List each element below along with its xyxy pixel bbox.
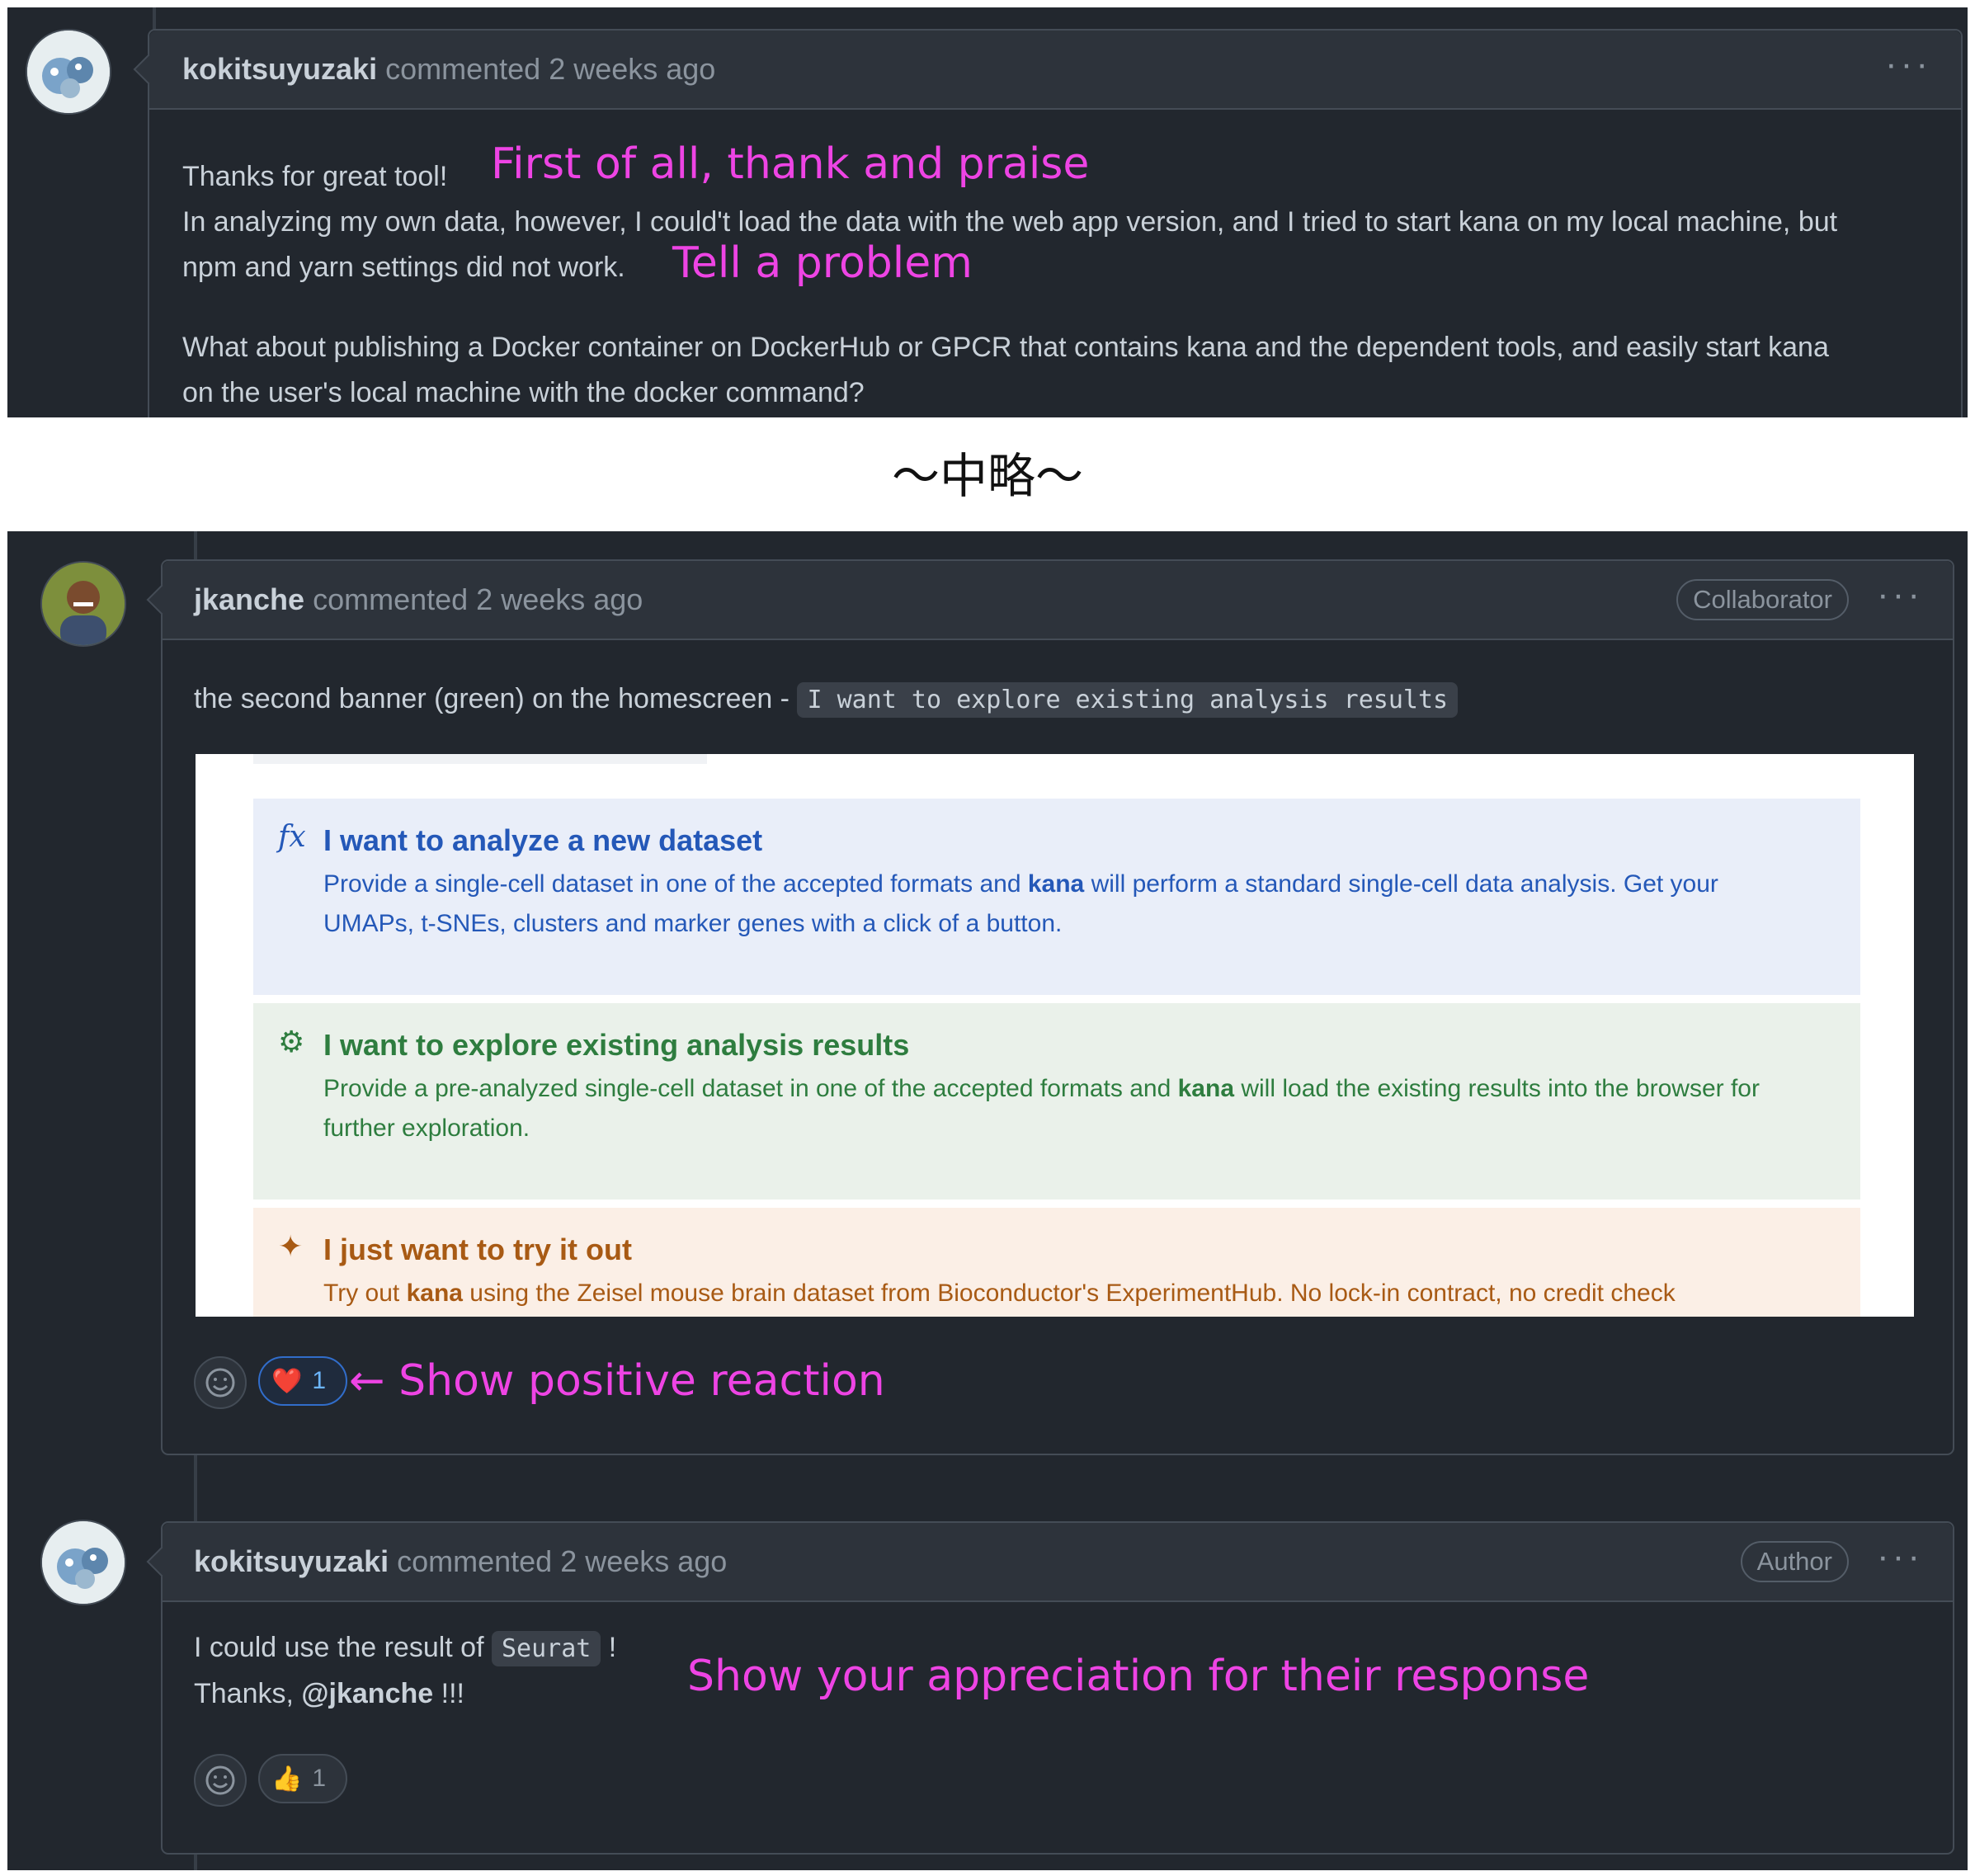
comment-text-part: I could use the result of [194, 1632, 492, 1663]
reaction-count: 1 [312, 1765, 327, 1792]
sparkle-icon: ✦ [278, 1229, 304, 1263]
annotation-appreciation: Show your appreciation for their respons… [687, 1652, 1590, 1701]
inline-code: I want to explore existing analysis resu… [797, 682, 1459, 718]
heart-reaction-button[interactable]: ❤️ 1 [258, 1356, 347, 1406]
comment-header-text: kokitsuyuzaki commented 2 weeks ago [182, 52, 715, 87]
banner-desc: Try out kana using the Zeisel mouse brai… [323, 1274, 1858, 1313]
thumbs-up-reaction-button[interactable]: 👍 1 [258, 1754, 347, 1803]
comment-line: What about publishing a Docker container… [182, 332, 1829, 363]
comment-text: the second banner (green) on the homescr… [194, 676, 1459, 723]
banner-title: I want to analyze a new dataset [323, 823, 763, 857]
more-options-icon[interactable]: ··· [1877, 1536, 1923, 1577]
banner-analyze[interactable]: 𝑓𝑥 I want to analyze a new dataset Provi… [253, 799, 1860, 995]
comment-header: jkanche commented 2 weeks ago Collaborat… [163, 561, 1953, 640]
comment-header-text: jkanche commented 2 weeks ago [194, 582, 643, 617]
banner-desc: Provide a pre-analyzed single-cell datas… [323, 1069, 1808, 1148]
fx-icon: 𝑓𝑥 [278, 820, 306, 854]
banner-desc-kana: kana [1177, 1075, 1235, 1102]
avatar-jkanche[interactable] [40, 561, 126, 647]
smiley-icon [205, 1765, 235, 1795]
smiley-icon [205, 1368, 235, 1398]
banner-title: I want to explore existing analysis resu… [323, 1028, 910, 1062]
comment-line: Thanks for great tool! [182, 161, 448, 192]
comment-line: npm and yarn settings did not work. [182, 252, 625, 283]
comment-header: kokitsuyuzaki commented 2 weeks ago ··· [149, 31, 1961, 110]
add-reaction-button[interactable] [194, 1754, 247, 1807]
banner-desc-kana: kana [1027, 870, 1085, 898]
explore-icon: ⚙ [278, 1025, 305, 1058]
avatar-kokitsuyuzaki[interactable] [26, 29, 111, 115]
thumbs-up-icon: 👍 [271, 1765, 303, 1793]
separator-text: 〜中略〜 [891, 448, 1083, 504]
banner-desc-kana: kana [406, 1280, 463, 1307]
comment-card-1: kokitsuyuzaki commented 2 weeks ago ··· … [133, 29, 1963, 417]
screenshot-top-bar [253, 754, 707, 764]
annotation-praise: First of all, thank and praise [491, 139, 1090, 189]
comment-timestamp[interactable]: commented 2 weeks ago [385, 52, 715, 86]
author-name[interactable]: jkanche [194, 582, 304, 616]
author-badge: Author [1740, 1541, 1849, 1582]
add-reaction-button[interactable] [194, 1356, 247, 1409]
comment-line: I could use the result of Seurat ! [194, 1625, 616, 1671]
annotation-positive-reaction: ← Show positive reaction [349, 1356, 885, 1406]
inline-code: Seurat [491, 1631, 601, 1666]
more-options-icon[interactable]: ··· [1877, 574, 1923, 615]
comment-timestamp[interactable]: commented 2 weeks ago [313, 582, 643, 616]
more-options-icon[interactable]: ··· [1885, 44, 1931, 85]
comment-text-part: !!! [433, 1678, 464, 1709]
comment-text-part: ! [601, 1632, 617, 1663]
comment-line: Thanks, @jkanche !!! [194, 1671, 464, 1716]
banner-desc-part: Try out [323, 1280, 407, 1307]
author-name[interactable]: kokitsuyuzaki [194, 1544, 389, 1578]
comment-header-text: kokitsuyuzaki commented 2 weeks ago [194, 1544, 727, 1579]
heart-icon: ❤️ [271, 1367, 303, 1395]
banner-desc-part: Provide a single-cell dataset in one of … [323, 870, 1028, 898]
comment-text-part: Thanks, [194, 1678, 302, 1709]
banner-desc-part: using the Zeisel mouse brain dataset fro… [462, 1280, 1676, 1307]
author-name[interactable]: kokitsuyuzaki [182, 52, 377, 86]
avatar-kokitsuyuzaki[interactable] [40, 1520, 126, 1605]
comment-line: on the user's local machine with the doc… [182, 377, 865, 408]
banner-desc-part: Provide a pre-analyzed single-cell datas… [323, 1075, 1178, 1102]
comment-header: kokitsuyuzaki commented 2 weeks ago Auth… [163, 1523, 1953, 1602]
collaborator-badge: Collaborator [1676, 579, 1849, 620]
banner-title: I just want to try it out [323, 1233, 632, 1266]
annotation-problem: Tell a problem [672, 238, 973, 288]
reaction-count: 1 [312, 1367, 327, 1394]
embedded-screenshot: 𝑓𝑥 I want to analyze a new dataset Provi… [196, 754, 1914, 1317]
comment-text-part: the second banner (green) on the homescr… [194, 683, 798, 714]
comment-line: In analyzing my own data, however, I cou… [182, 206, 1838, 238]
mention-link[interactable]: @jkanche [301, 1678, 433, 1709]
banner-explore[interactable]: ⚙ I want to explore existing analysis re… [253, 1003, 1860, 1200]
comment-panel-top: kokitsuyuzaki commented 2 weeks ago ··· … [7, 7, 1968, 417]
banner-try-it-out[interactable]: ✦ I just want to try it out Try out kana… [253, 1208, 1860, 1317]
banner-desc: Provide a single-cell dataset in one of … [323, 865, 1808, 944]
comment-timestamp[interactable]: commented 2 weeks ago [397, 1544, 727, 1578]
